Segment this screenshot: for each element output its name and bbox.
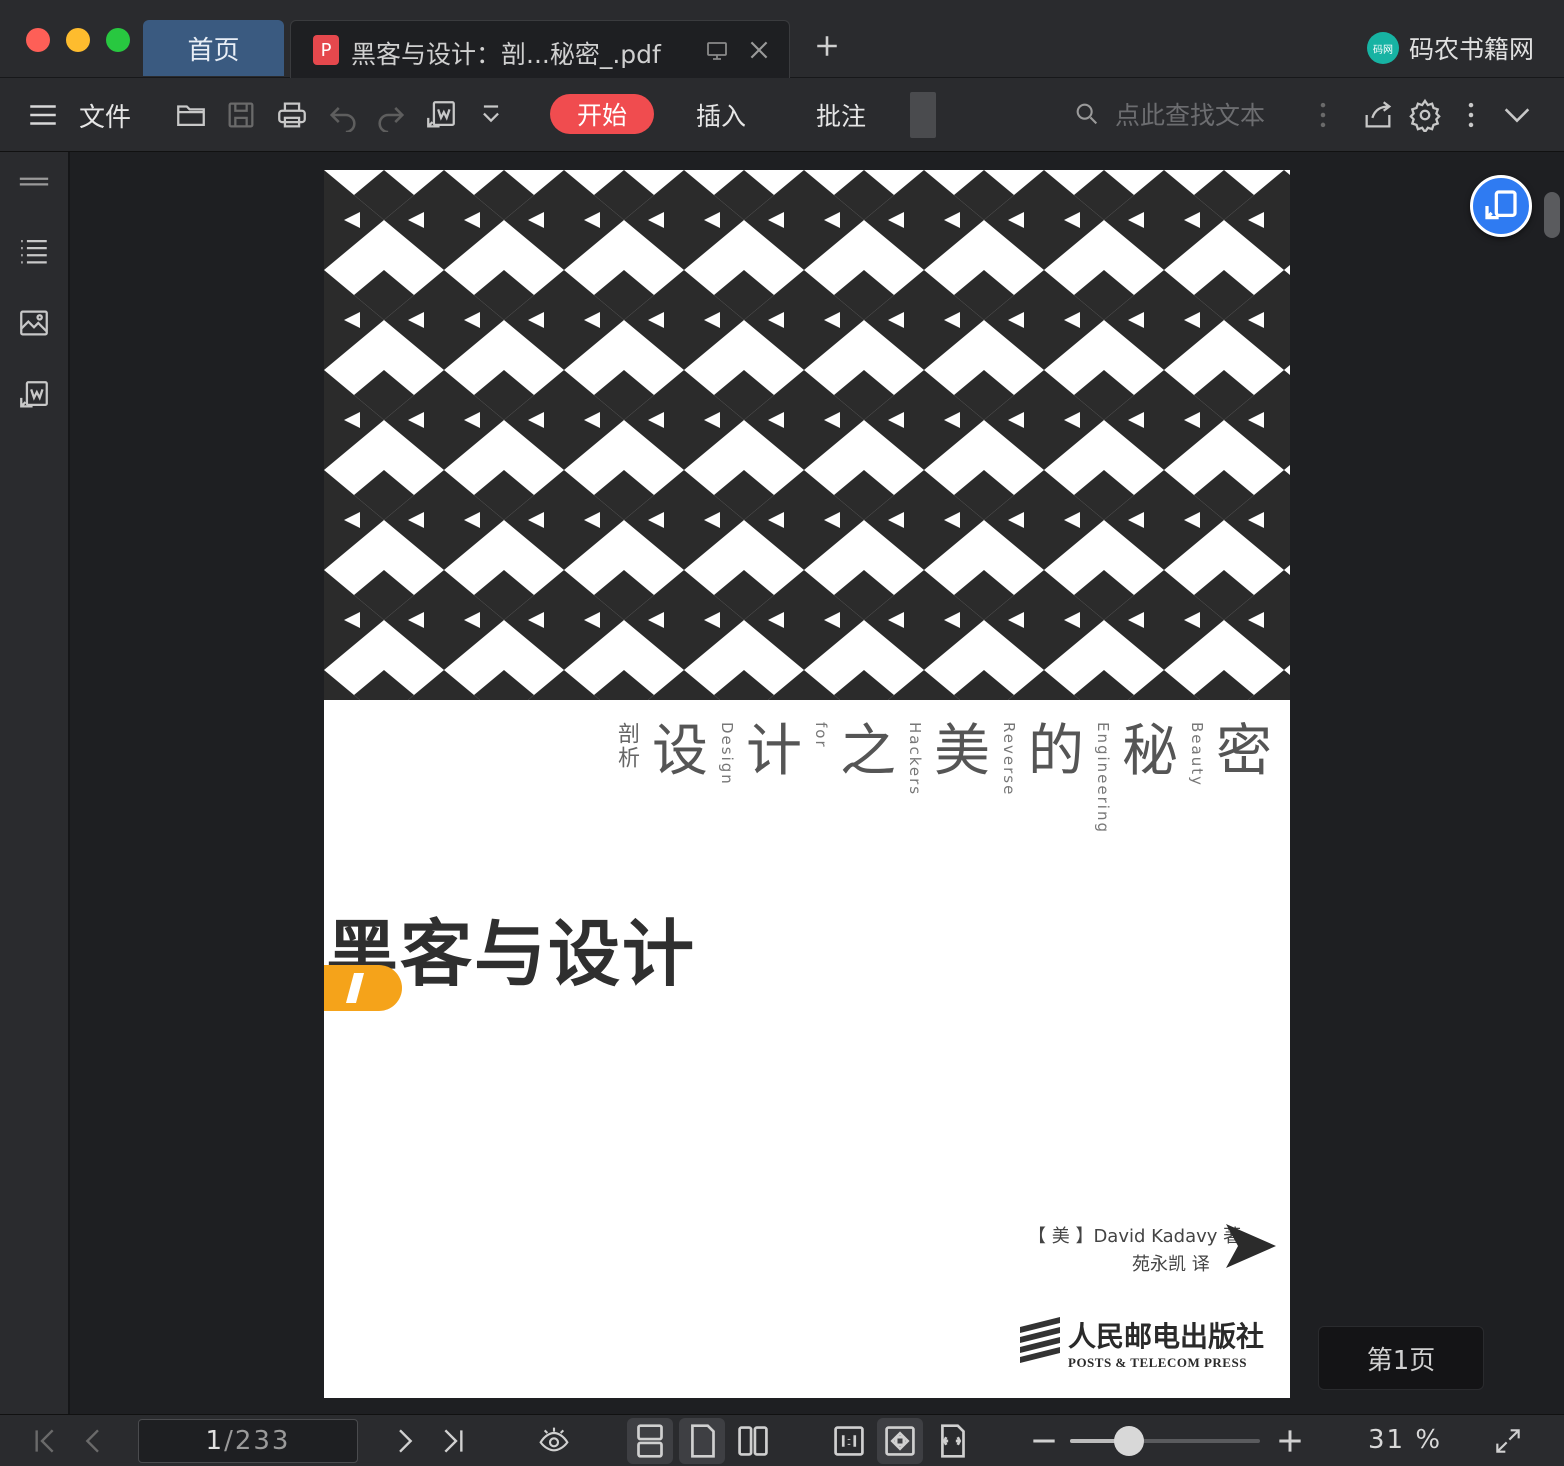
title-bar: 首页 P 黑客与设计：剖...秘密_.pdf 码网 码农书籍网	[0, 0, 1564, 78]
open-folder-icon[interactable]	[174, 98, 208, 132]
vertical-scrollbar[interactable]	[1544, 152, 1564, 1414]
left-sidebar	[0, 152, 70, 1414]
cover-subtitle: 剖析 设 Design 计 for 之 Hackers 美 Reverse 的 …	[610, 719, 1290, 835]
save-icon[interactable]	[224, 98, 258, 132]
convert-sidebar-icon[interactable]	[17, 378, 51, 412]
subtitle-char: 设	[652, 719, 708, 784]
subtitle-en: Reverse	[1000, 722, 1018, 797]
undo-icon[interactable]	[326, 98, 360, 134]
single-page-icon	[691, 1424, 715, 1458]
scrollbar-thumb[interactable]	[1544, 192, 1560, 238]
pdf-reader-window: 首页 P 黑客与设计：剖...秘密_.pdf 码网 码农书籍网 文件 开始 插入…	[0, 0, 1564, 1466]
share-icon[interactable]	[1361, 98, 1395, 132]
eye-icon[interactable]	[538, 1425, 570, 1457]
redo-icon[interactable]	[374, 98, 408, 134]
tab-document-title: 黑客与设计：剖...秘密_.pdf	[351, 40, 661, 69]
actual-size-icon	[834, 1426, 864, 1456]
next-page-icon[interactable]	[388, 1425, 420, 1457]
main-toolbar: 文件 开始 插入 批注 点此查找文本	[0, 78, 1564, 152]
tab-home[interactable]: 首页	[143, 20, 284, 76]
more-icon[interactable]	[1306, 98, 1340, 132]
actual-size-button[interactable]	[826, 1418, 872, 1464]
publisher-name-cn: 人民邮电出版社	[1068, 1320, 1265, 1353]
zoom-slider-knob[interactable]	[1113, 1426, 1144, 1456]
tab-start[interactable]: 开始	[550, 94, 654, 134]
hamburger-icon[interactable]	[26, 98, 60, 132]
subtitle-en: Engineering	[1094, 722, 1112, 834]
play-arrow-icon	[1226, 1224, 1276, 1268]
dropdown-icon[interactable]	[474, 98, 508, 132]
zoom-in-icon[interactable]	[1274, 1425, 1306, 1457]
minimize-window-button[interactable]	[66, 28, 90, 52]
last-page-icon[interactable]	[436, 1425, 468, 1457]
subtitle-char: 计	[746, 719, 802, 784]
page-number-input[interactable]: 1/233	[138, 1419, 358, 1463]
convert-icon[interactable]	[424, 98, 458, 132]
new-tab-icon[interactable]	[814, 33, 840, 59]
total-pages: /233	[224, 1426, 291, 1456]
zoom-window-button[interactable]	[106, 28, 130, 52]
collapse-sidebar-icon[interactable]	[17, 166, 51, 200]
prev-page-icon[interactable]	[78, 1425, 110, 1457]
two-page-view-button[interactable]	[730, 1418, 776, 1464]
search-icon	[1076, 103, 1098, 125]
fit-width-button[interactable]	[929, 1418, 975, 1464]
fit-width-icon	[941, 1424, 965, 1458]
close-window-button[interactable]	[26, 28, 50, 52]
zoom-slider[interactable]	[1070, 1439, 1260, 1443]
cover-triangle-pattern	[324, 170, 1290, 700]
continuous-view-icon	[637, 1424, 663, 1458]
tab-insert[interactable]: 插入	[696, 97, 746, 133]
brand-logo-icon: 码网	[1367, 32, 1399, 64]
close-tab-icon[interactable]	[746, 37, 772, 63]
chevron-down-icon[interactable]	[1500, 98, 1534, 132]
tab-annotate[interactable]: 批注	[816, 97, 866, 133]
toolbar-overflow-handle[interactable]	[910, 92, 936, 138]
subtitle-char: 的	[1028, 719, 1084, 784]
search-box[interactable]: 点此查找文本	[1073, 96, 1265, 132]
convert-floating-icon	[1485, 190, 1517, 220]
file-menu[interactable]: 文件	[79, 97, 131, 134]
subtitle-char: 秘	[1122, 719, 1178, 784]
subtitle-en: for	[812, 722, 830, 749]
fit-page-icon	[885, 1426, 915, 1456]
monitor-icon[interactable]	[705, 39, 729, 63]
fullscreen-icon[interactable]	[1492, 1425, 1524, 1457]
current-page: 1	[205, 1426, 225, 1456]
zoom-level[interactable]: 31 %	[1368, 1425, 1442, 1455]
subtitle-en: Design	[718, 722, 736, 786]
brand-name: 码农书籍网	[1409, 35, 1535, 64]
subtitle-en: Hackers	[906, 722, 924, 797]
zoom-out-icon[interactable]	[1028, 1425, 1060, 1457]
search-placeholder: 点此查找文本	[1115, 101, 1266, 130]
brand: 码网 码农书籍网	[1367, 30, 1534, 66]
page-indicator-badge: 第1页	[1318, 1326, 1484, 1390]
thumbnail-icon[interactable]	[17, 306, 51, 340]
gear-icon[interactable]	[1408, 98, 1442, 135]
pdf-page[interactable]: 剖析 设 Design 计 for 之 Hackers 美 Reverse 的 …	[324, 170, 1290, 1398]
two-page-icon	[738, 1426, 768, 1456]
continuous-view-button[interactable]	[627, 1418, 673, 1464]
convert-floating-button[interactable]	[1470, 175, 1532, 237]
subtitle-en: Beauty	[1188, 722, 1206, 787]
fit-page-button[interactable]	[877, 1418, 923, 1464]
publisher: 人民邮电出版社 POSTS & TELECOM PRESS	[1020, 1315, 1264, 1371]
cover-translator: 苑永凯 译	[1132, 1254, 1210, 1275]
print-icon[interactable]	[275, 98, 309, 132]
publisher-logo-icon	[1020, 1317, 1060, 1363]
subtitle-char: 密	[1216, 719, 1272, 784]
pdf-file-icon: P	[313, 35, 339, 65]
outline-icon[interactable]	[17, 234, 51, 268]
orange-logo-mark	[324, 965, 402, 1011]
subtitle-char: 美	[934, 719, 990, 784]
cover-author: 【 美 】David Kadavy 著	[1028, 1226, 1242, 1247]
single-page-view-button[interactable]	[679, 1418, 725, 1464]
tab-document[interactable]: P 黑客与设计：剖...秘密_.pdf	[290, 20, 790, 78]
subtitle-small: 剖析	[614, 722, 639, 770]
subtitle-char: 之	[840, 719, 896, 784]
more-vertical-icon[interactable]	[1454, 98, 1488, 132]
bottom-bar: 1/233 31 %	[0, 1414, 1564, 1466]
first-page-icon[interactable]	[30, 1425, 62, 1457]
publisher-name-en: POSTS & TELECOM PRESS	[1068, 1355, 1247, 1370]
